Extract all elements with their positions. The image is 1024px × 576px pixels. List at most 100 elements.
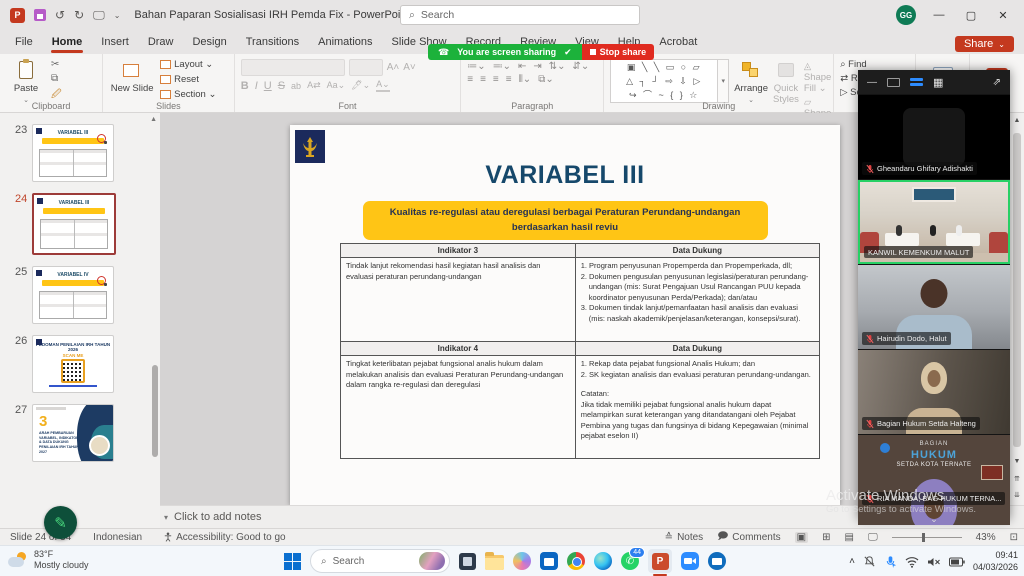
zoom-percent[interactable]: 43% bbox=[976, 532, 996, 543]
zoom-app-icon[interactable] bbox=[681, 552, 699, 570]
notes-placeholder[interactable]: Click to add notes bbox=[174, 511, 261, 523]
font-color-icon[interactable]: A⌄ bbox=[376, 79, 390, 92]
close-button[interactable]: ✕ bbox=[994, 9, 1012, 22]
speaker-muted-icon[interactable] bbox=[927, 556, 941, 568]
microphone-access-icon[interactable] bbox=[884, 555, 897, 568]
change-case-icon[interactable]: Aa⌄ bbox=[327, 80, 346, 91]
normal-view-icon[interactable]: ▣ bbox=[795, 532, 808, 543]
speaker-view-icon[interactable] bbox=[887, 78, 900, 87]
scroll-down-icon[interactable]: ▼ bbox=[1010, 458, 1024, 465]
text-direction-icon[interactable]: ⇵⌄ bbox=[573, 61, 590, 72]
cut-icon[interactable]: ✂ bbox=[51, 59, 62, 70]
slideshow-view-icon[interactable]: 🖵 bbox=[868, 532, 878, 543]
justify-icon[interactable]: ≡ bbox=[506, 74, 512, 85]
active-view-icon[interactable] bbox=[910, 78, 923, 87]
notes-chevron-icon[interactable]: ▾ bbox=[160, 513, 174, 522]
thumbnails-scrollbar[interactable] bbox=[152, 365, 158, 457]
tab-file[interactable]: File bbox=[14, 33, 34, 51]
line-spacing-icon[interactable]: ⇅⌄ bbox=[549, 61, 566, 72]
increase-indent-icon[interactable]: ⇥ bbox=[533, 61, 541, 72]
layout-button[interactable]: Layout ⌄ bbox=[160, 59, 216, 70]
italic-button[interactable]: I bbox=[255, 80, 258, 92]
bold-button[interactable]: B bbox=[241, 80, 249, 92]
language-status[interactable]: Indonesian bbox=[93, 532, 142, 543]
tab-design[interactable]: Design bbox=[191, 33, 227, 51]
tab-home[interactable]: Home bbox=[51, 33, 84, 51]
whatsapp-icon[interactable]: ✆ 44 bbox=[621, 552, 639, 570]
wifi-icon[interactable] bbox=[905, 556, 919, 568]
taskbar-clock[interactable]: 09:41 04/03/2026 bbox=[973, 550, 1018, 573]
titlebar-search[interactable]: ⌕ Search bbox=[400, 5, 640, 25]
current-slide[interactable]: VARIABEL III Kualitas re-regulasi atau d… bbox=[290, 125, 840, 505]
user-avatar[interactable]: GG bbox=[896, 5, 916, 25]
shape-fill-button[interactable]: ◬ Shape Fill ⌄ bbox=[804, 61, 834, 94]
tab-insert[interactable]: Insert bbox=[100, 33, 130, 51]
bullets-icon[interactable]: ≔⌄ bbox=[467, 61, 485, 72]
tab-animations[interactable]: Animations bbox=[317, 33, 373, 51]
paste-button[interactable]: Paste ⌄ bbox=[6, 59, 46, 104]
tab-transitions[interactable]: Transitions bbox=[245, 33, 300, 51]
copy-icon[interactable]: ⧉ bbox=[51, 73, 62, 84]
notifications-off-icon[interactable] bbox=[863, 555, 876, 568]
redo-icon[interactable]: ↻ bbox=[74, 8, 84, 22]
decrease-indent-icon[interactable]: ⇤ bbox=[518, 61, 526, 72]
gallery-view-icon[interactable]: ▦ bbox=[933, 76, 943, 89]
new-slide-button[interactable]: New Slide bbox=[109, 59, 155, 94]
annotation-pen-button[interactable]: ✎ bbox=[44, 506, 77, 539]
expand-icon[interactable]: ⇗ bbox=[993, 77, 1001, 88]
participant-tile-active-speaker[interactable]: KANWIL KEMENKUM MALUT bbox=[858, 180, 1010, 264]
columns-icon[interactable]: ⫴⌄ bbox=[519, 74, 532, 85]
slide-thumbnail-24-selected[interactable]: VARIABEL III bbox=[32, 193, 116, 255]
character-spacing-icon[interactable]: A⇄ bbox=[307, 80, 321, 91]
outlook-icon[interactable] bbox=[708, 552, 726, 570]
restore-button[interactable]: ▢ bbox=[962, 9, 980, 22]
save-icon[interactable] bbox=[34, 9, 46, 21]
search-highlight-image[interactable] bbox=[419, 552, 445, 570]
main-scrollbar[interactable]: ▲ ▼ ⇈ ⇊ bbox=[1010, 113, 1024, 505]
decrease-font-icon[interactable]: A˅ bbox=[403, 62, 416, 73]
shapes-gallery[interactable]: ▣ ╲ ╲ ▭ ○ ▱ △ ┐ ┘ ⇨ ⇩ ▷ ↪ ⌒ ~ { } ☆ bbox=[610, 59, 718, 103]
reading-view-icon[interactable]: ▤ bbox=[845, 532, 854, 543]
battery-icon[interactable] bbox=[949, 557, 965, 567]
quick-styles-button[interactable]: Quick Styles bbox=[773, 59, 799, 106]
chrome-icon[interactable] bbox=[567, 552, 585, 570]
taskbar-search[interactable]: ⌕ Search bbox=[310, 549, 450, 573]
stop-share-button[interactable]: Stop share bbox=[582, 44, 655, 60]
minimize-button[interactable]: — bbox=[930, 9, 948, 21]
increase-font-icon[interactable]: A˄ bbox=[387, 62, 400, 73]
microsoft-store-icon[interactable] bbox=[540, 552, 558, 570]
zoom-minimize-icon[interactable]: — bbox=[867, 77, 877, 88]
slide-thumbnail-27[interactable]: 3 ARAH PEMBARUAN VARIABEL, INDIKATOR, & … bbox=[32, 404, 114, 462]
thumbnails-scroll-up-icon[interactable]: ▲ bbox=[150, 116, 157, 123]
start-button[interactable] bbox=[284, 553, 301, 570]
participant-tile[interactable]: Hairudin Dodo, Halut bbox=[858, 265, 1010, 349]
next-slide-icon[interactable]: ⇊ bbox=[1010, 491, 1024, 499]
copilot-icon[interactable] bbox=[513, 552, 531, 570]
font-name-select[interactable] bbox=[241, 59, 345, 76]
notes-toggle[interactable]: ≙ Notes bbox=[665, 532, 704, 543]
clear-format-icon[interactable]: ab bbox=[291, 81, 301, 91]
shapes-gallery-scroll[interactable]: ▾ bbox=[718, 59, 729, 103]
weather-widget[interactable]: 83°F Mostly cloudy bbox=[8, 549, 89, 572]
participant-tile[interactable]: Gheandaru Ghifary Adishakti bbox=[858, 95, 1010, 179]
align-right-icon[interactable]: ≡ bbox=[493, 74, 499, 85]
tray-chevron-icon[interactable]: ˄ bbox=[849, 556, 855, 567]
align-center-icon[interactable]: ≡ bbox=[480, 74, 486, 85]
tab-draw[interactable]: Draw bbox=[147, 33, 175, 51]
powerpoint-taskbar-icon-active[interactable]: P bbox=[648, 549, 672, 573]
tab-acrobat[interactable]: Acrobat bbox=[658, 33, 698, 51]
scrollbar-thumb[interactable] bbox=[1013, 133, 1021, 447]
zoom-meeting-window[interactable]: — ▦ ⇗ Gheandaru Ghifary Adishakti KANWIL bbox=[858, 70, 1010, 520]
share-button[interactable]: Share ⌄ bbox=[955, 36, 1014, 52]
align-left-icon[interactable]: ≡ bbox=[467, 74, 473, 85]
undo-icon[interactable]: ↺ bbox=[55, 8, 65, 22]
accessibility-status[interactable]: Accessibility: Good to go bbox=[164, 532, 286, 543]
numbering-icon[interactable]: ≕⌄ bbox=[493, 61, 511, 72]
slideshow-icon[interactable]: 🖵 bbox=[93, 8, 105, 23]
smartart-icon[interactable]: ⧉⌄ bbox=[538, 74, 554, 85]
find-button[interactable]: ⌕ Find bbox=[840, 59, 887, 70]
previous-slide-icon[interactable]: ⇈ bbox=[1010, 475, 1024, 483]
font-size-select[interactable] bbox=[349, 59, 383, 76]
section-button[interactable]: Section ⌄ bbox=[160, 89, 216, 100]
strikethrough-button[interactable]: S bbox=[278, 80, 285, 92]
